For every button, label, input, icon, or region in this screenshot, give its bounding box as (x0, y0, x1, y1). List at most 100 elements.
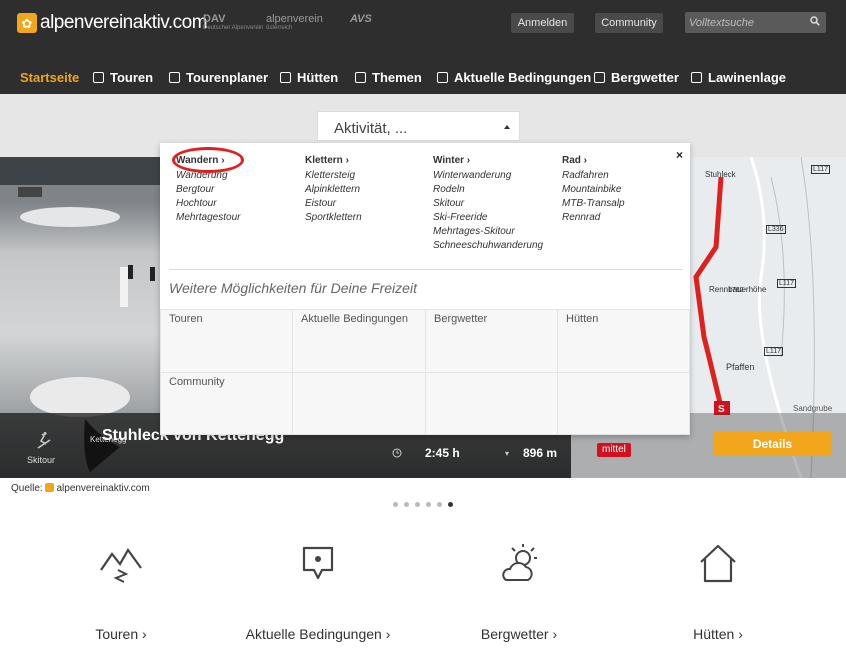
close-icon[interactable]: × (676, 148, 683, 162)
heading-text: Rad (562, 155, 581, 166)
feature-label: Hütten › (693, 626, 743, 642)
activity-link[interactable]: Ski-Freeride (433, 211, 543, 225)
details-button[interactable]: Details (713, 432, 832, 456)
activity-select[interactable]: Aktivität, ... (317, 111, 520, 141)
nav-label: Startseite (20, 69, 80, 85)
skitour-icon (37, 432, 51, 449)
site-logo[interactable]: ✿ alpenvereinaktiv.com (17, 12, 208, 34)
top-header: ✿ alpenvereinaktiv.com DAV Deutscher Alp… (0, 0, 846, 94)
activity-link[interactable]: MTB-Transalp (562, 197, 625, 211)
login-button[interactable]: Anmelden (511, 13, 574, 33)
activity-link[interactable]: Alpinklettern (305, 183, 362, 197)
source-site[interactable]: alpenvereinaktiv.com (56, 483, 149, 494)
nav-label: Lawinenlage (708, 69, 787, 85)
quick-link-bergwetter[interactable]: Bergwetter (425, 309, 558, 373)
activity-link[interactable]: Winterwanderung (433, 169, 543, 183)
community-button[interactable]: Community (595, 13, 663, 33)
nav-label: Bergwetter (611, 69, 679, 85)
edelweiss-icon (45, 483, 55, 492)
quick-link-aktuelle-bedingungen[interactable]: Aktuelle Bedingungen (292, 309, 426, 373)
feature-label: Bergwetter › (480, 626, 558, 642)
search-icon[interactable] (810, 16, 820, 26)
tour-duration: 2:45 h (425, 446, 460, 460)
nav-label: Hütten (297, 69, 339, 85)
activity-dropdown: × Wandern › Wanderung Bergtour Hochtour … (160, 143, 690, 435)
logo-text: alpenvereinaktiv.com (40, 12, 208, 33)
house-icon (700, 544, 736, 583)
feature-huetten[interactable]: Hütten › (638, 540, 798, 642)
partner-sub: österreich (266, 25, 293, 31)
activity-column-klettern: Klettern › Klettersteig Alpinklettern Ei… (305, 155, 362, 225)
partner-logo-oeav[interactable]: alpenverein österreich (266, 13, 323, 31)
map-label: L117 (811, 165, 831, 174)
carousel-dot[interactable] (404, 502, 409, 507)
main-nav: Startseite Touren Tourenplaner Hütten Th… (0, 64, 846, 90)
activity-link[interactable]: Bergtour (176, 183, 240, 197)
nav-item-lawinenlage[interactable]: Lawinenlage (691, 64, 786, 90)
activity-link[interactable]: Hochtour (176, 197, 240, 211)
nav-item-aktuelle-bedingungen[interactable]: Aktuelle Bedingungen (437, 64, 591, 90)
carousel-dot-active[interactable] (448, 502, 453, 507)
activity-column-wandern: Wandern › Wanderung Bergtour Hochtour Me… (172, 147, 244, 225)
nav-item-themen[interactable]: Themen (355, 64, 422, 90)
tour-elevation: 896 m (523, 446, 558, 460)
nav-item-bergwetter[interactable]: Bergwetter (594, 64, 679, 90)
activity-link[interactable]: Sportklettern (305, 211, 362, 225)
hut-icon (280, 71, 291, 83)
activity-link[interactable]: Schneeschuhwanderung (433, 239, 543, 253)
map-label: Sandgrube (793, 404, 833, 413)
quick-link-empty (557, 372, 690, 435)
feature-bergwetter[interactable]: Bergwetter › (439, 540, 599, 642)
nav-label: Themen (372, 69, 422, 85)
feature-aktuelle-bedingungen[interactable]: Aktuelle Bedingungen › (238, 540, 398, 642)
nav-item-touren[interactable]: Touren (93, 64, 153, 90)
activity-link[interactable]: Radfahren (562, 169, 625, 183)
quick-links-grid: Touren Aktuelle Bedingungen Bergwetter H… (160, 309, 690, 435)
map-label: L117 (777, 279, 797, 288)
search-input[interactable] (689, 14, 803, 31)
map-label: Stuhleck (705, 170, 736, 179)
caret-up-icon (504, 125, 510, 129)
partner-logo-dav[interactable]: DAV Deutscher Alpenverein (203, 13, 263, 31)
quick-link-touren[interactable]: Touren (160, 309, 293, 373)
feature-label: Touren › (95, 626, 147, 642)
activity-link[interactable]: Mehrtages-Skitour (433, 225, 543, 239)
quick-link-huetten[interactable]: Hütten (557, 309, 690, 373)
category-heading-winter[interactable]: Winter › (433, 155, 543, 166)
speech-bubble-icon (302, 546, 334, 580)
activity-link[interactable]: Skitour (433, 197, 543, 211)
carousel-dot[interactable] (426, 502, 431, 507)
carousel-dot[interactable] (393, 502, 398, 507)
activity-link[interactable]: Klettersteig (305, 169, 362, 183)
map-label: L336 (766, 225, 786, 234)
feature-touren[interactable]: Touren › (41, 540, 201, 642)
heading-text: Klettern (305, 155, 343, 166)
activity-column-winter: Winter › Winterwanderung Rodeln Skitour … (433, 155, 543, 253)
weather-icon (594, 71, 605, 83)
carousel-dot[interactable] (415, 502, 420, 507)
category-heading-klettern[interactable]: Klettern › (305, 155, 362, 166)
activity-link[interactable]: Rennrad (562, 211, 625, 225)
category-heading-rad[interactable]: Rad › (562, 155, 625, 166)
nav-item-huetten[interactable]: Hütten (280, 64, 338, 90)
cloud-sun-icon (502, 544, 537, 581)
difficulty-badge: mittel (597, 443, 631, 457)
activity-link[interactable]: Rodeln (433, 183, 543, 197)
nav-item-startseite[interactable]: Startseite (20, 64, 79, 90)
carousel-dot[interactable] (437, 502, 442, 507)
activity-link[interactable]: Mountainbike (562, 183, 625, 197)
source-prefix: Quelle: (11, 483, 43, 494)
quick-link-empty (292, 372, 426, 435)
partner-sub: Deutscher Alpenverein (203, 25, 264, 31)
partner-name: alpenverein (266, 13, 323, 25)
partner-name: DAV (203, 13, 226, 25)
map-label: Rennbauerhöhe (709, 285, 767, 294)
nav-item-tourenplaner[interactable]: Tourenplaner (169, 64, 268, 90)
clock-icon (392, 448, 402, 458)
activity-link[interactable]: Mehrtagestour (176, 211, 240, 225)
quick-link-community[interactable]: Community (160, 372, 293, 435)
partner-logo-avs[interactable]: AVS (350, 13, 372, 25)
heading-text: Winter (433, 155, 465, 166)
activity-link[interactable]: Eistour (305, 197, 362, 211)
nav-label: Tourenplaner (186, 69, 269, 85)
